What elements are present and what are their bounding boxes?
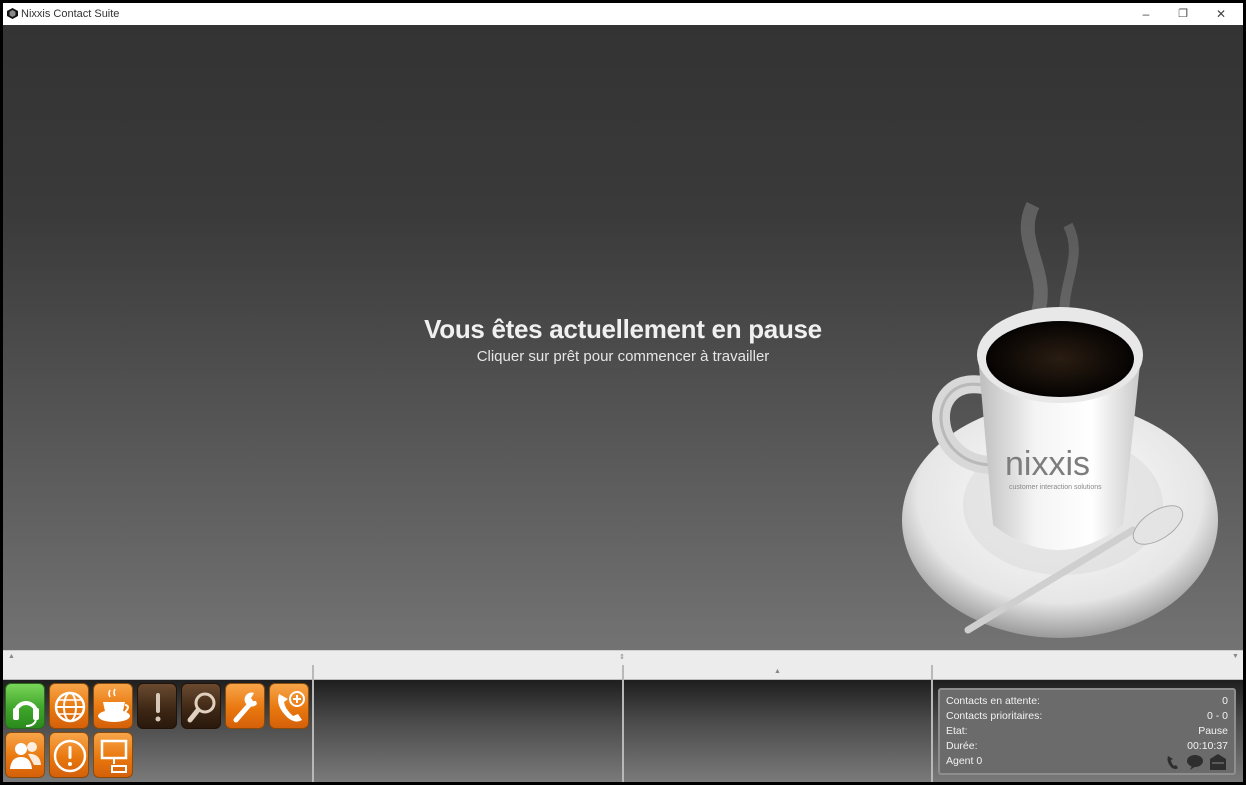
- web-button[interactable]: [49, 683, 89, 729]
- pane-header-4: [933, 665, 1243, 680]
- contacts-button[interactable]: [5, 732, 45, 778]
- status-label: Contacts en attente:: [946, 695, 1040, 707]
- status-value: 0: [1222, 695, 1228, 707]
- status-label: Contacts prioritaires:: [946, 710, 1043, 722]
- pane-header-1: [3, 665, 312, 680]
- tools-button[interactable]: [225, 683, 265, 729]
- minimize-button[interactable]: –: [1128, 3, 1164, 25]
- globe-icon: [54, 691, 86, 723]
- title-bar: Nixxis Contact Suite – ❐ ✕: [3, 3, 1243, 25]
- exclamation-icon: [155, 693, 161, 722]
- add-call-button[interactable]: [269, 683, 309, 729]
- agent-label: Agent 0: [946, 755, 983, 767]
- collapse-left-icon[interactable]: ▲: [8, 653, 15, 660]
- collapse-right-icon[interactable]: ▼: [1232, 653, 1239, 660]
- window-title: Nixxis Contact Suite: [21, 8, 120, 20]
- ready-button[interactable]: [5, 683, 45, 729]
- status-value: Pause: [1198, 725, 1228, 737]
- warning-circle-icon: [53, 739, 87, 773]
- phone-add-icon: [278, 691, 305, 722]
- coffee-cup-image: nixxis customer interaction solutions: [902, 201, 1218, 638]
- monitor-icon: [100, 739, 128, 773]
- cup-logo-tagline: customer interaction solutions: [1009, 484, 1102, 491]
- alert-button[interactable]: [137, 683, 177, 729]
- pause-button[interactable]: [93, 683, 133, 729]
- status-row: Contacts prioritaires: 0 - 0: [946, 710, 1228, 724]
- screen-button[interactable]: [93, 732, 133, 778]
- warning-button[interactable]: [49, 732, 89, 778]
- status-label: Durée:: [946, 740, 978, 752]
- search-icon: [187, 692, 216, 723]
- pause-screen: Vous êtes actuellement en pause Cliquer …: [3, 25, 1243, 650]
- chat-icon[interactable]: [1187, 755, 1203, 770]
- pane-header-2: [314, 665, 622, 680]
- channel-icons: [1167, 754, 1226, 770]
- status-label: Etat:: [946, 725, 968, 737]
- search-button[interactable]: [181, 683, 221, 729]
- status-value: 00:10:37: [1187, 740, 1228, 752]
- status-row: Contacts en attente: 0: [946, 695, 1228, 709]
- pane-divider[interactable]: [931, 665, 933, 782]
- cup-logo: nixxis: [1005, 445, 1090, 483]
- status-row: Etat: Pause: [946, 725, 1228, 739]
- pane-divider[interactable]: [312, 665, 314, 782]
- users-icon: [10, 742, 41, 769]
- app-window: Nixxis Contact Suite – ❐ ✕ Vous êtes act…: [3, 3, 1243, 782]
- coffee-cup-icon: [98, 688, 130, 722]
- mail-icon[interactable]: [1210, 754, 1226, 770]
- wrench-icon: [233, 692, 257, 723]
- pane-header-3[interactable]: ▲: [624, 665, 931, 680]
- agent-status-panel: Contacts en attente: 0 Contacts priorita…: [938, 688, 1236, 775]
- status-value: 0 - 0: [1206, 710, 1228, 722]
- pane-divider[interactable]: [622, 665, 624, 782]
- headset-icon: [13, 701, 39, 727]
- close-button[interactable]: ✕: [1203, 3, 1239, 25]
- splitter-grip-icon[interactable]: ⇕: [619, 653, 625, 661]
- restore-button[interactable]: ❐: [1165, 3, 1201, 25]
- status-row: Durée: 00:10:37: [946, 740, 1228, 754]
- app-logo-icon: [7, 8, 18, 19]
- phone-icon[interactable]: [1167, 756, 1179, 769]
- horizontal-splitter[interactable]: ▲ ⇕ ▼: [3, 650, 1243, 666]
